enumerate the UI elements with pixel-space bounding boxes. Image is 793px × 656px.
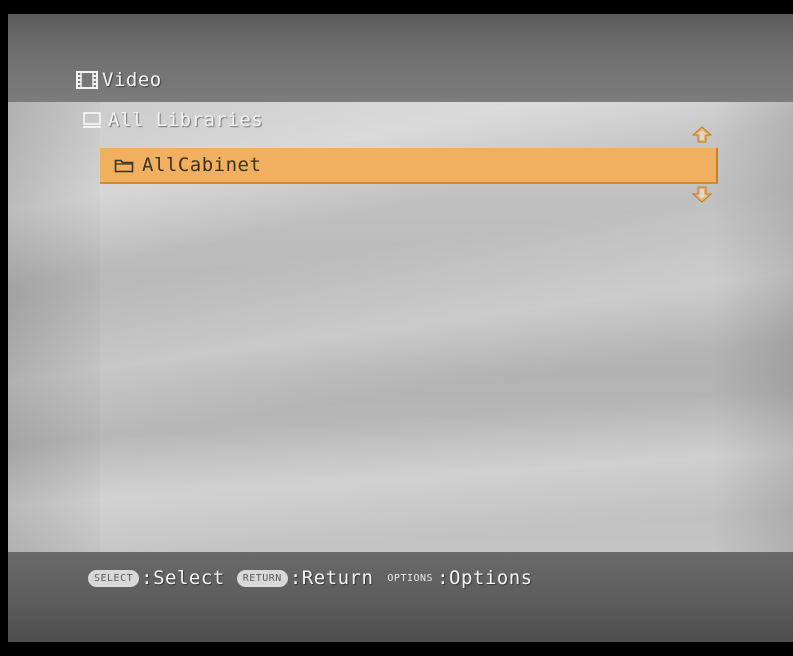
breadcrumb[interactable]: All Libraries	[82, 107, 263, 133]
film-icon	[76, 71, 98, 89]
folder-icon	[114, 159, 134, 173]
scroll-up-arrow-icon[interactable]	[691, 126, 713, 144]
tv-screen: Video All Libraries AllCabinet SELECT:S…	[0, 0, 793, 656]
list-item-label: AllCabinet	[142, 154, 262, 176]
monitor-library-icon	[83, 112, 101, 128]
options-key-badge: OPTIONS	[387, 572, 434, 584]
scroll-down-arrow-icon[interactable]	[691, 185, 713, 203]
list-item-allcabinet[interactable]: AllCabinet	[100, 148, 718, 184]
button-hints: SELECT :Select RETURN :Return OPTIONS :O…	[88, 565, 545, 591]
title-row: Video	[76, 67, 162, 93]
breadcrumb-label: All Libraries	[108, 109, 264, 131]
select-hint: :Select	[141, 567, 225, 589]
page-title: Video	[102, 69, 162, 91]
menu-panel: Video All Libraries AllCabinet SELECT:S…	[8, 14, 793, 642]
return-hint: :Return	[289, 567, 374, 589]
options-hint: :Options	[437, 567, 533, 589]
select-key-badge: SELECT	[88, 569, 140, 587]
return-key-badge: RETURN	[236, 569, 288, 587]
